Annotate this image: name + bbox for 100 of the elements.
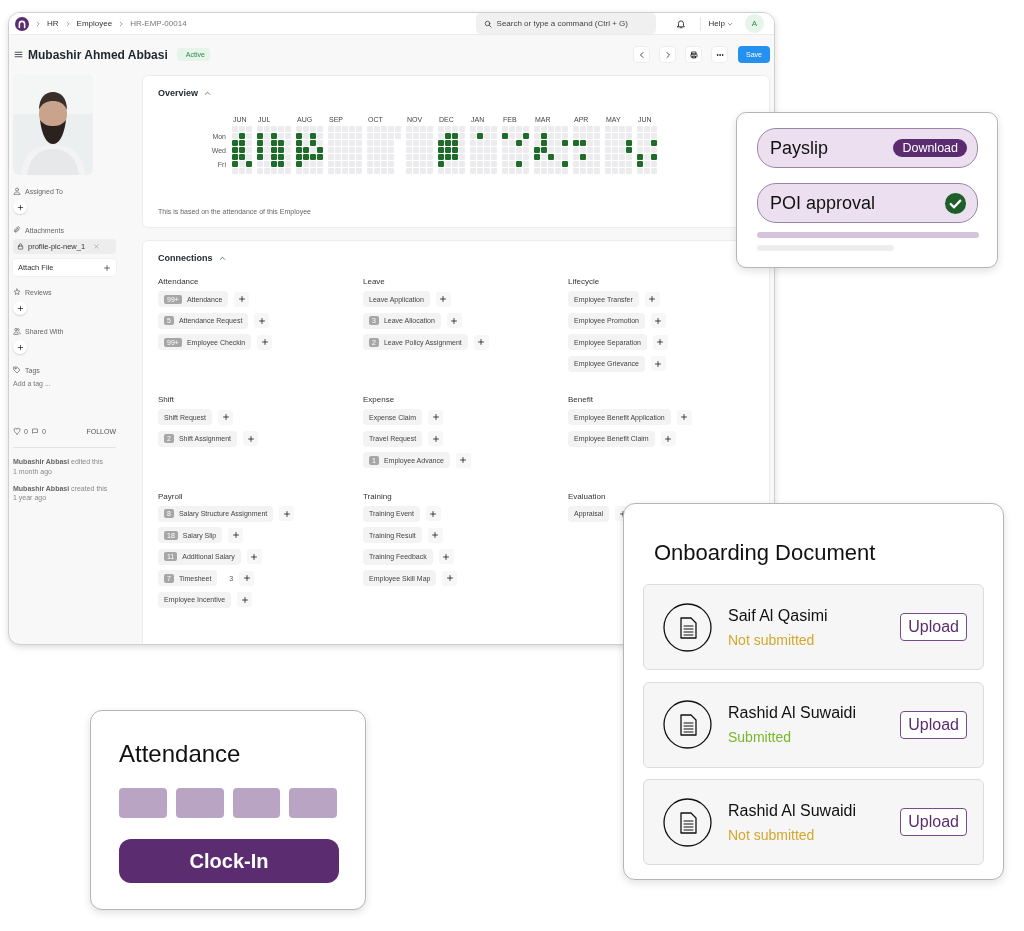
add-button[interactable]	[428, 431, 444, 446]
add-assignee-button[interactable]	[13, 200, 27, 214]
add-button[interactable]	[239, 570, 255, 586]
user-avatar[interactable]: A	[745, 14, 764, 33]
help-label: Help	[708, 19, 725, 28]
chevron-right-icon	[64, 20, 71, 27]
upload-button[interactable]: Upload	[900, 710, 967, 739]
plus-icon	[242, 574, 251, 582]
person-name: Rashid Al Suwaidi	[728, 704, 857, 722]
help-menu[interactable]: Help	[699, 16, 733, 31]
plus-icon	[257, 316, 266, 325]
plus-icon	[680, 413, 689, 421]
add-button[interactable]	[676, 409, 692, 425]
add-button[interactable]	[455, 452, 471, 468]
plus-icon	[282, 509, 291, 518]
add-review-button[interactable]	[13, 301, 27, 315]
task-label: POI approval	[770, 192, 876, 214]
comment-icon[interactable]	[30, 427, 39, 435]
add-button[interactable]	[427, 527, 443, 543]
plus-icon	[103, 263, 111, 272]
add-button[interactable]	[246, 549, 262, 564]
heatmap-grid	[502, 126, 530, 175]
group-title: Leave	[363, 277, 386, 286]
collapse-icon[interactable]	[218, 254, 226, 262]
plus-icon	[654, 359, 663, 368]
card-title: Attendance	[119, 740, 242, 768]
plus-icon	[231, 531, 240, 539]
section-title: Overview	[158, 88, 199, 98]
page-title: Mubashir Ahmed Abbasi	[28, 47, 168, 62]
add-button[interactable]	[425, 506, 441, 521]
plus-icon	[16, 304, 24, 312]
heatmap-grid	[605, 126, 633, 175]
search-field[interactable]: Search or type a command (Ctrl + G)	[475, 13, 656, 34]
heatmap-grid	[438, 126, 466, 175]
add-button[interactable]	[218, 409, 234, 425]
print-button[interactable]	[686, 47, 702, 62]
download-button[interactable]: Download	[893, 139, 967, 157]
printer-icon	[689, 50, 698, 59]
add-button[interactable]	[660, 431, 676, 446]
more-button[interactable]	[712, 47, 728, 62]
document-icon	[663, 602, 712, 652]
chevron-left-icon	[637, 50, 646, 59]
submission-status: Not submitted	[728, 826, 816, 843]
heatmap-grid	[573, 126, 601, 175]
search-icon	[483, 19, 492, 28]
add-button[interactable]	[644, 291, 660, 307]
check-circle-icon	[944, 191, 967, 215]
chevron-right-icon	[663, 50, 672, 59]
breadcrumb-link[interactable]: HR	[47, 19, 59, 28]
share-button[interactable]	[13, 340, 27, 354]
add-button[interactable]	[438, 549, 454, 564]
tag-icon	[13, 366, 21, 374]
plus-icon	[445, 574, 454, 582]
next-button[interactable]	[660, 47, 676, 62]
add-button[interactable]	[651, 313, 666, 328]
upload-button[interactable]: Upload	[900, 613, 967, 641]
group-title: Evaluation	[568, 491, 607, 501]
users-icon	[13, 327, 21, 335]
add-button[interactable]	[257, 334, 273, 350]
add-button[interactable]	[237, 592, 253, 607]
clock-in-button[interactable]: Clock-In	[119, 839, 339, 883]
add-button[interactable]	[243, 431, 259, 446]
plus-icon	[477, 338, 486, 346]
add-button[interactable]	[435, 291, 451, 307]
add-button[interactable]	[234, 291, 250, 307]
task-label: Payslip	[770, 137, 829, 159]
heatmap-grid	[232, 126, 253, 175]
add-button[interactable]	[428, 409, 444, 425]
menu-icon[interactable]	[14, 50, 23, 59]
collapse-icon[interactable]	[204, 89, 212, 97]
plus-icon	[16, 343, 24, 351]
document-icon	[663, 797, 712, 847]
placeholder-block	[119, 788, 167, 818]
group-title: Payroll	[158, 491, 184, 501]
chevron-right-icon	[118, 20, 125, 27]
breadcrumb-link[interactable]: HR-EMP-00014	[130, 19, 187, 28]
upload-button[interactable]: Upload	[900, 808, 967, 836]
notification-bell-icon[interactable]	[675, 18, 686, 29]
plus-icon	[431, 434, 440, 443]
heatmap-grid	[296, 126, 324, 175]
add-button[interactable]	[473, 334, 489, 350]
add-button[interactable]	[254, 313, 270, 328]
plus-icon	[221, 413, 230, 421]
group-title: Shift	[158, 395, 175, 404]
previous-button[interactable]	[634, 47, 650, 62]
add-button[interactable]	[652, 334, 668, 350]
heart-icon[interactable]	[13, 427, 21, 435]
paperclip-icon	[13, 226, 21, 234]
plus-icon	[260, 338, 269, 346]
app-logo[interactable]	[15, 16, 29, 31]
plus-icon	[656, 338, 665, 346]
add-button[interactable]	[442, 570, 458, 586]
placeholder-block	[232, 788, 281, 818]
heatmap-grid	[637, 126, 658, 175]
add-button[interactable]	[228, 527, 244, 543]
breadcrumb-link[interactable]: Employee	[76, 19, 113, 28]
add-button[interactable]	[446, 313, 462, 328]
card-title: Onboarding Document	[654, 540, 877, 566]
add-button[interactable]	[651, 356, 666, 371]
add-button[interactable]	[279, 506, 295, 521]
